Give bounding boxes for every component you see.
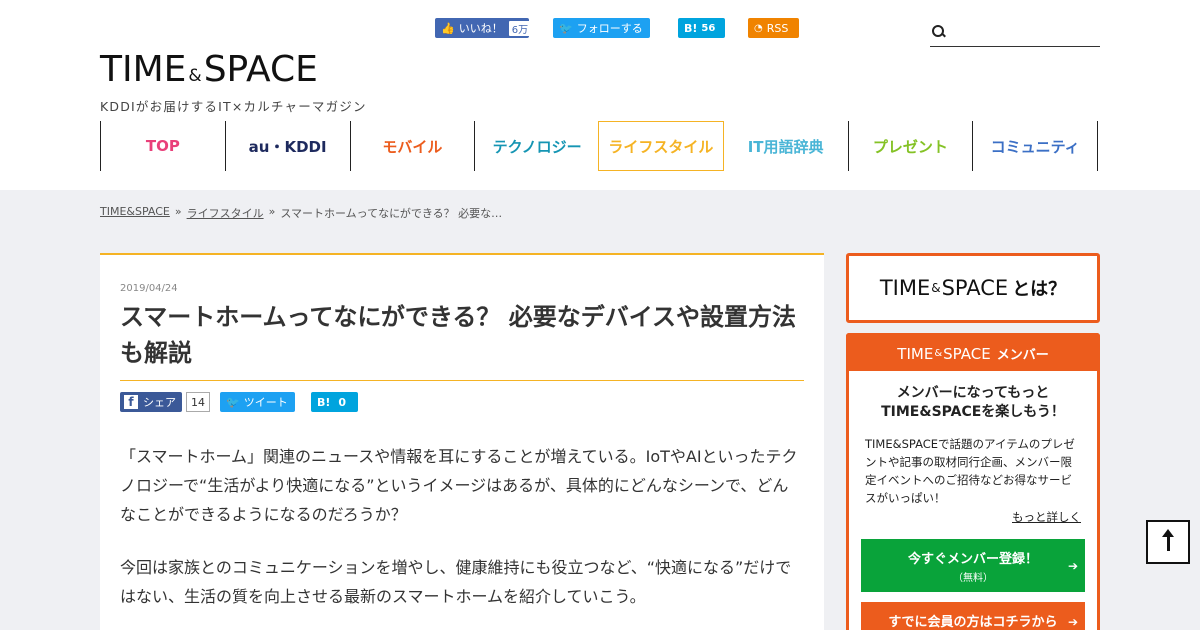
member-head-amp: & [934,348,943,359]
about-amp: & [931,281,941,295]
article: 2019/04/24 スマートホームってなにができる？ 必要なデバイスや設置方法… [100,253,824,630]
global-nav: TOP au・KDDI モバイル テクノロジー ライフスタイル IT用語辞典 プレゼント コミ… [100,121,1098,171]
back-to-top-button[interactable] [1146,520,1190,564]
rss-icon: ◔ [754,22,763,34]
member-lead-line2: TIME&SPACEを楽しもう！ [881,404,1065,420]
about-time: TIME [879,276,931,300]
nav-item-4[interactable]: ライフスタイル [598,121,724,171]
member-widget-header: TIME & SPACE メンバー [849,336,1097,371]
nav-item-2[interactable]: モバイル [349,121,475,171]
member-head-suffix: メンバー [996,348,1049,363]
facebook-like-button[interactable]: 👍 いいね！ 6万 [435,18,532,38]
arrow-right-icon: ➔ [1067,615,1078,629]
logo-amp: & [188,66,202,86]
about-space: SPACE [941,276,1009,300]
member-lead: メンバーになってもっと TIME&SPACEを楽しもう！ [849,384,1097,422]
facebook-share-button[interactable]: f シェア [120,392,182,412]
breadcrumb-separator: » [268,205,276,218]
article-paragraph: 今回は家族とのコミュニケーションを増やし、健康維持にも役立つなど、“快適になる”… [120,558,792,606]
member-description: TIME&SPACEで話題のアイテムのプレゼントや記事の取材同行企画、メンバー限… [865,437,1075,505]
member-head-time: TIME [897,344,934,363]
breadcrumb-home[interactable]: TIME&SPACE [100,205,170,221]
logo-time: TIME [100,49,187,90]
logo-space: SPACE [203,49,318,90]
facebook-like-count: 6万 [508,20,532,36]
nav-item-1[interactable]: au・KDDI [224,121,350,171]
member-register-button[interactable]: 今すぐメンバー登録！ （無料） ➔ [861,539,1085,592]
hatena-share-button[interactable]: B! 0 [311,392,358,412]
thumbs-up-icon: 👍 [441,21,455,35]
member-more-link[interactable]: もっと詳しく [849,509,1081,525]
member-login-button[interactable]: すでに会員の方はコチラから ➔ [861,602,1085,630]
arrow-right-icon: ➔ [1067,558,1078,573]
facebook-share-label: シェア [143,396,176,409]
register-sublabel: （無料） [953,572,993,584]
member-lead-line1: メンバーになってもっと [896,385,1050,401]
rss-label: RSS [766,21,789,35]
login-label: すでに会員の方はコチラから [888,615,1058,630]
nav-item-7[interactable]: コミュニティ [972,121,1098,171]
twitter-bird-icon: 🐦 [226,395,240,409]
member-widget: TIME & SPACE メンバー メンバーになってもっと TIME&SPACEを楽… [846,333,1100,630]
nav-item-6[interactable]: プレゼント [847,121,973,171]
logo-tagline: KDDIがお届けするIT×カルチャーマガジン [100,99,367,114]
breadcrumb: TIME&SPACE » ライフスタイル » スマートホームってなにができる？ … [100,205,502,221]
hatena-bookmark-icon: B! [317,395,331,409]
nav-item-0[interactable]: TOP [100,121,225,171]
member-head-space: SPACE [943,344,991,363]
twitter-follow-button[interactable]: 🐦 フォローする [553,18,650,38]
tweet-label: ツイート [243,396,288,409]
hatena-share-count: 0 [338,395,347,409]
title-divider [120,380,804,381]
search-box [930,18,1111,47]
site-header: 👍 いいね！ 6万 🐦 フォローする B! 56 ◔ RSS TIME & SPAC… [0,0,1200,190]
hatena-bookmark-button[interactable]: B! 56 [678,18,725,38]
hatena-bookmark-count: 56 [701,22,716,34]
breadcrumb-category[interactable]: ライフスタイル [187,205,264,221]
facebook-share-count: 14 [186,392,210,412]
arrow-up-icon [1161,529,1174,551]
article-date: 2019/04/24 [120,283,178,294]
twitter-bird-icon: 🐦 [559,21,573,35]
about-time-space-banner[interactable]: TIME & SPACE とは？ [846,253,1100,323]
facebook-like-label: いいね！ [458,22,503,35]
logo-wordmark: TIME & SPACE [100,52,367,94]
about-suffix: とは？ [1012,279,1067,300]
article-paragraph: 「スマートホーム」関連のニュースや情報を耳にすることが増えている。IoTやAIと… [120,447,798,524]
breadcrumb-separator: » [174,205,182,218]
twitter-tweet-button[interactable]: 🐦 ツイート [220,392,295,412]
nav-item-5[interactable]: IT用語辞典 [724,121,848,171]
register-label: 今すぐメンバー登録！ [907,551,1038,567]
facebook-share: f シェア 14 [120,392,210,412]
rss-button[interactable]: ◔ RSS [748,18,799,38]
facebook-icon: f [124,395,138,409]
site-logo[interactable]: TIME & SPACE KDDIがお届けするIT×カルチャーマガジン [100,52,367,115]
nav-item-3[interactable]: テクノロジー [474,121,599,171]
breadcrumb-current: スマートホームってなにができる？ 必要な… [280,207,503,220]
article-title: スマートホームってなにができる？ 必要なデバイスや設置方法も解説 [120,303,797,367]
hatena-bookmark-icon: B! [684,21,698,35]
search-input[interactable] [935,20,1111,44]
twitter-follow-label: フォローする [576,22,643,35]
